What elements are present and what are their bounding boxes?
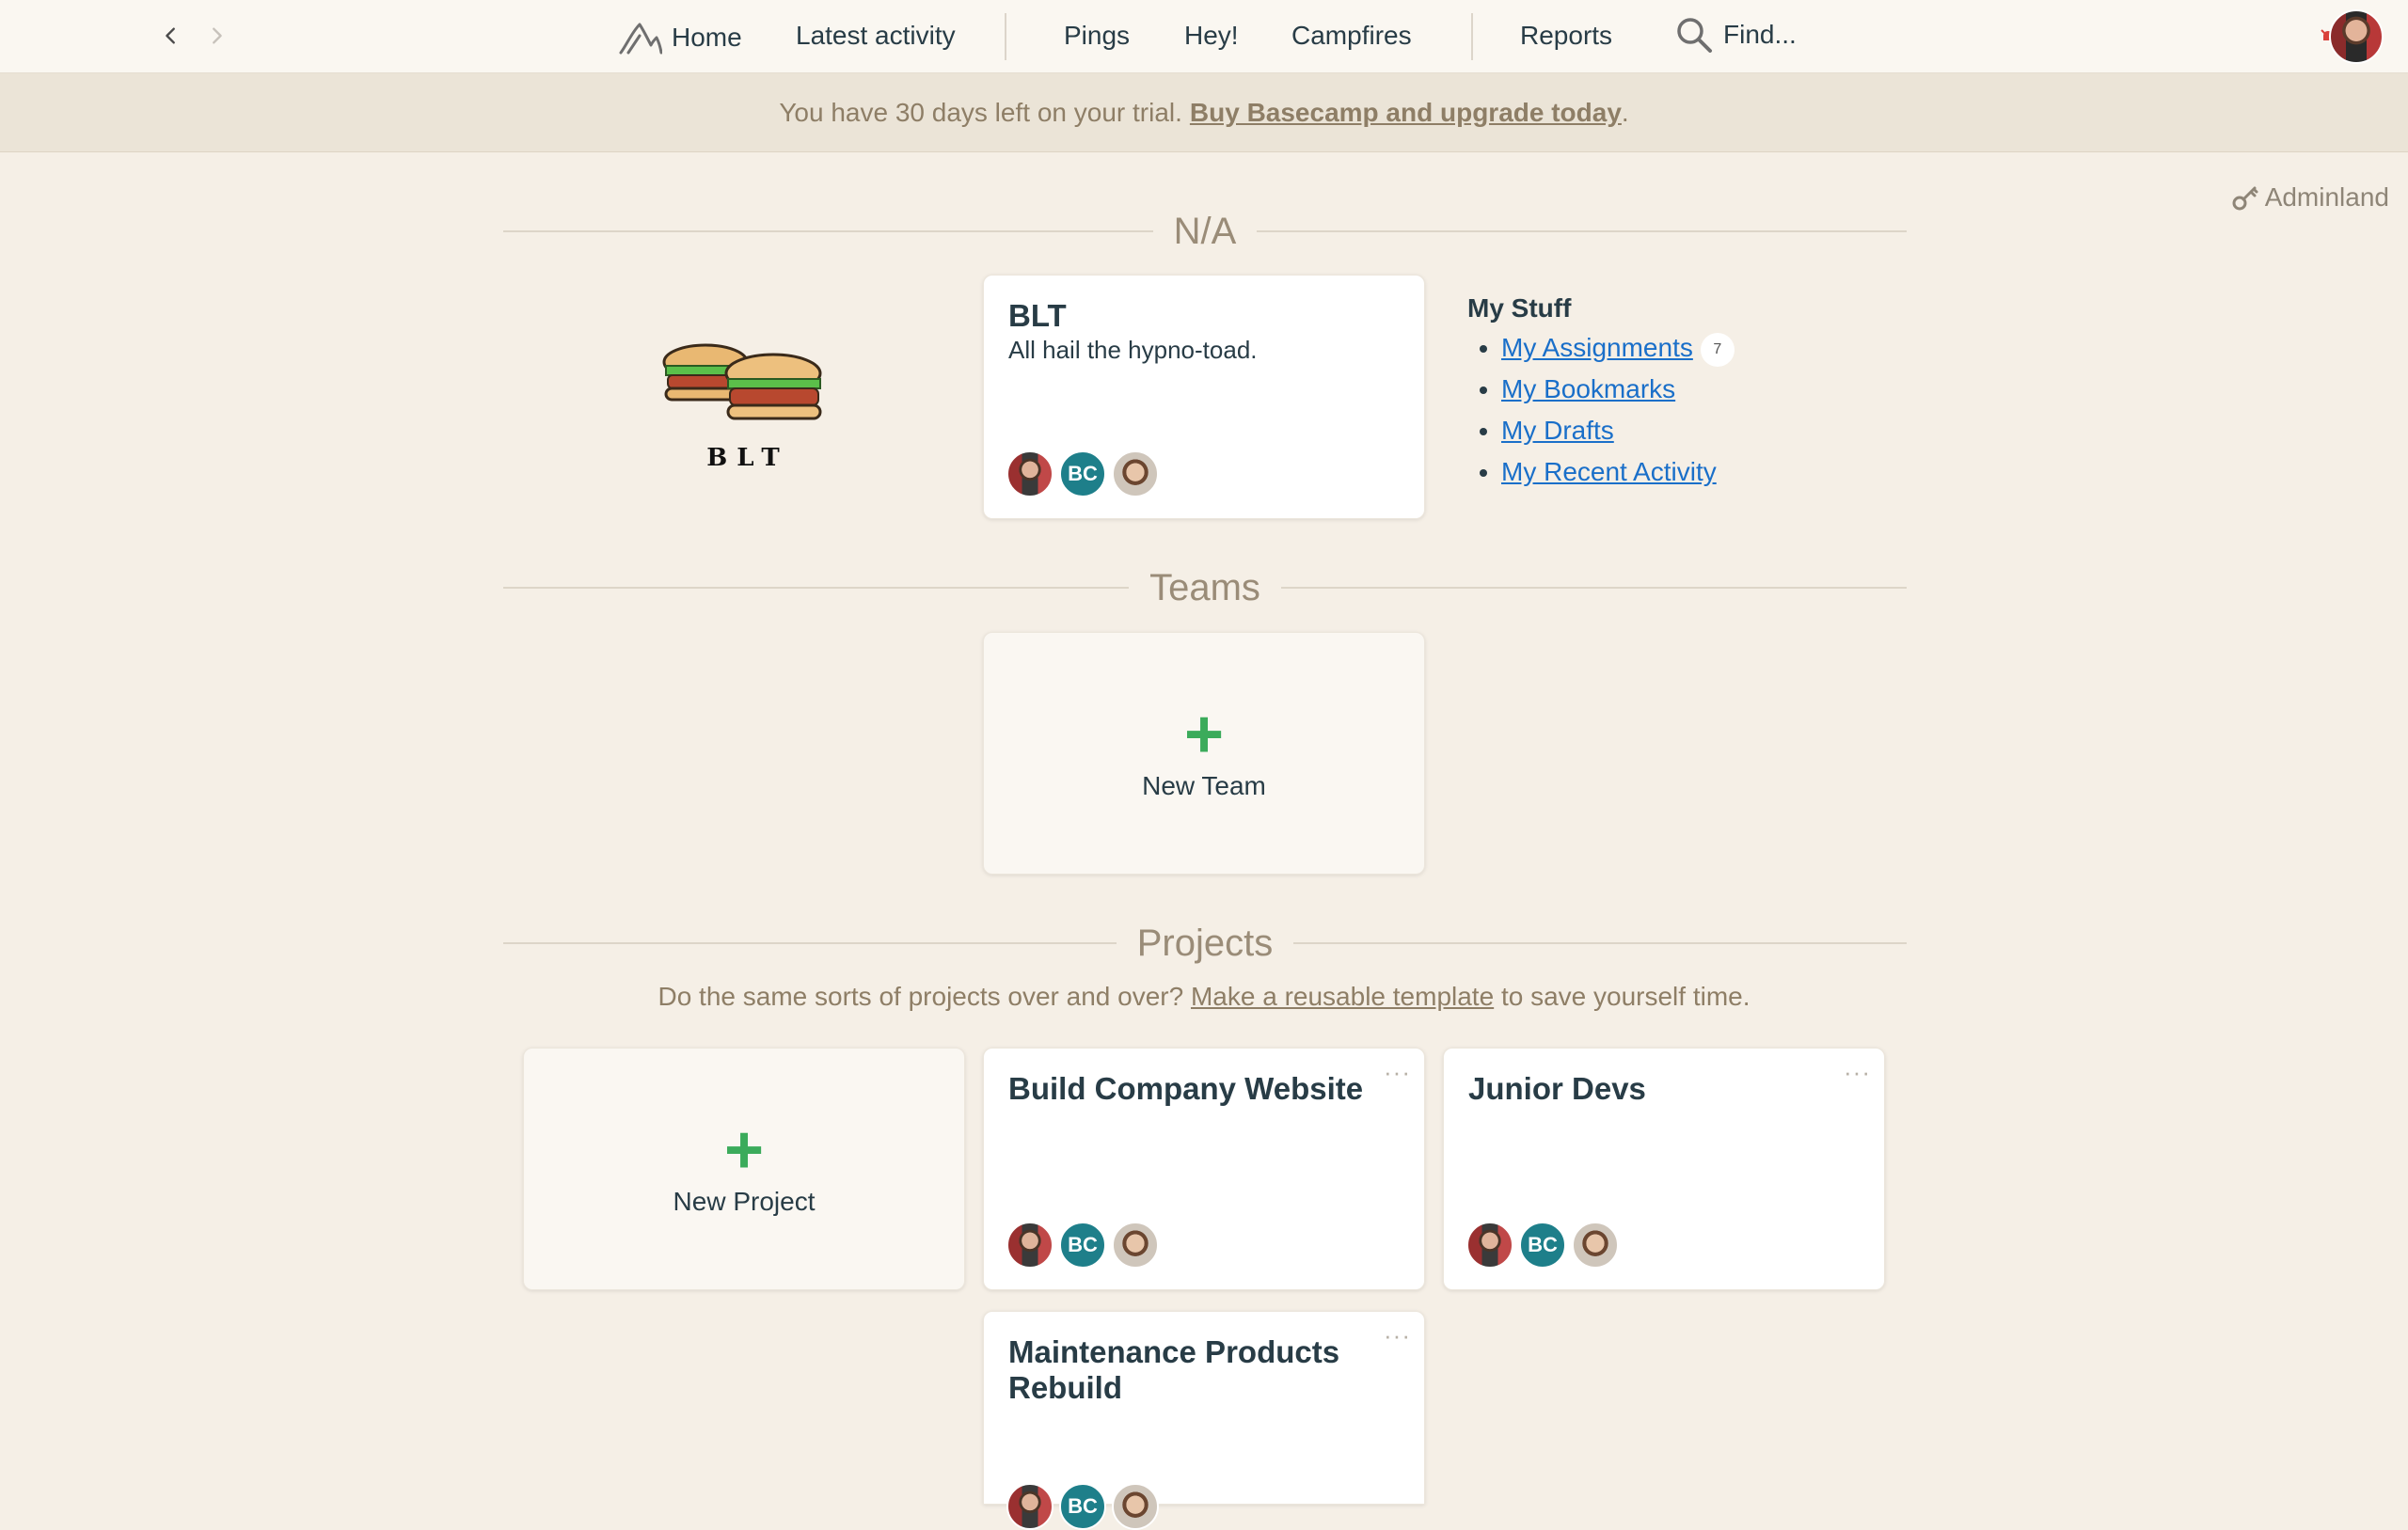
member-avatar[interactable] <box>1112 1483 1159 1530</box>
my-stuff-list: My Assignments7 My Bookmarks My Drafts M… <box>1467 327 1735 493</box>
upgrade-link[interactable]: Buy Basecamp and upgrade today <box>1190 98 1622 128</box>
divider-line <box>1280 587 1907 589</box>
new-project-label: New Project <box>673 1187 816 1216</box>
company-card-title: BLT <box>1008 298 1067 333</box>
nav-latest-activity[interactable]: Latest activity <box>796 21 956 51</box>
template-hint-text: Do the same sorts of projects over and o… <box>657 982 1184 1011</box>
project-menu-button[interactable]: ··· <box>1844 1058 1871 1087</box>
key-icon <box>2232 186 2258 211</box>
project-card[interactable]: Build Company Website ··· BC <box>983 1048 1425 1290</box>
list-item: My Assignments7 <box>1501 327 1735 369</box>
member-avatar[interactable]: BC <box>1059 450 1106 497</box>
nav-find[interactable]: Find... <box>1674 15 1797 55</box>
projects-section-header: Projects <box>503 920 1907 967</box>
project-title: Build Company Website <box>1008 1071 1364 1106</box>
assignments-count-badge: 7 <box>1700 332 1735 367</box>
nav-home[interactable]: Home <box>619 21 742 55</box>
project-menu-button[interactable]: ··· <box>1384 1321 1411 1350</box>
company-section-title: N/A <box>1173 210 1237 252</box>
template-hint-suffix: to save yourself time. <box>1500 982 1751 1011</box>
member-avatar[interactable] <box>1112 1222 1159 1269</box>
member-avatar[interactable] <box>1006 1222 1054 1269</box>
nav-pings-label: Pings <box>1064 21 1131 50</box>
chevron-right-icon <box>213 27 222 44</box>
company-members: BC <box>1006 450 1159 497</box>
project-members: BC <box>1006 1222 1159 1269</box>
nav-find-label: Find... <box>1723 20 1797 49</box>
trial-text: You have 30 days left on your trial. <box>779 97 1182 127</box>
nav-hey[interactable]: Hey! <box>1184 21 1239 51</box>
company-logo: BLT <box>658 334 828 472</box>
member-avatar[interactable] <box>1572 1222 1619 1269</box>
company-section-header: N/A <box>503 208 1907 255</box>
nav-reports-label: Reports <box>1520 21 1613 50</box>
my-assignments-link[interactable]: My Assignments <box>1501 333 1693 362</box>
company-card-description: All hail the hypno-toad. <box>1008 336 1258 364</box>
make-template-link[interactable]: Make a reusable template <box>1191 982 1494 1011</box>
nav-campfires[interactable]: Campfires <box>1291 21 1412 51</box>
my-stuff-panel: My Stuff My Assignments7 My Bookmarks My… <box>1467 293 1735 493</box>
divider-line <box>503 230 1153 232</box>
nav-divider <box>1005 13 1006 60</box>
project-card[interactable]: Maintenance Products Rebuild ··· BC <box>983 1311 1425 1530</box>
nav-latest-activity-label: Latest activity <box>796 21 956 50</box>
list-item: My Drafts <box>1501 410 1735 451</box>
list-item: My Bookmarks <box>1501 369 1735 410</box>
plus-icon: + <box>1183 697 1225 772</box>
nav-reports[interactable]: Reports <box>1520 21 1612 51</box>
member-avatar[interactable] <box>1006 1483 1054 1530</box>
trial-banner: You have 30 days left on your trial. Buy… <box>0 73 2408 152</box>
adminland-label: Adminland <box>2264 182 2389 212</box>
home-mountain-icon <box>619 23 662 55</box>
sandwich-logo-icon <box>662 343 822 420</box>
new-project-button[interactable]: + New Project <box>523 1048 965 1290</box>
new-team-button[interactable]: + New Team <box>983 632 1425 875</box>
nav-home-label: Home <box>672 23 742 52</box>
nav-divider <box>1471 13 1473 60</box>
list-item: My Recent Activity <box>1501 451 1735 493</box>
top-navigation: Home Latest activity Pings Hey! Campfire… <box>0 0 2408 73</box>
project-title: Maintenance Products Rebuild <box>1008 1334 1340 1405</box>
adminland-link[interactable]: Adminland <box>2231 182 2389 213</box>
my-recent-activity-link[interactable]: My Recent Activity <box>1501 457 1717 486</box>
plus-icon: + <box>723 1112 765 1188</box>
chevron-left-icon <box>166 27 175 44</box>
back-button[interactable] <box>154 19 188 53</box>
project-members: BC <box>1466 1222 1619 1269</box>
project-menu-button[interactable]: ··· <box>1384 1058 1411 1087</box>
search-icon <box>1677 18 1712 53</box>
my-drafts-link[interactable]: My Drafts <box>1501 416 1614 445</box>
divider-line <box>503 942 1117 944</box>
teams-section-title: Teams <box>1149 566 1260 608</box>
project-card[interactable]: Junior Devs ··· BC <box>1443 1048 1885 1290</box>
project-title: Junior Devs <box>1468 1071 1646 1106</box>
divider-line <box>1257 230 1907 232</box>
projects-section-title: Projects <box>1136 922 1274 964</box>
member-avatar[interactable]: BC <box>1519 1222 1566 1269</box>
teams-section-header: Teams <box>503 564 1907 611</box>
member-avatar[interactable]: BC <box>1059 1483 1106 1530</box>
member-avatar[interactable] <box>1006 450 1054 497</box>
member-avatar[interactable] <box>1112 450 1159 497</box>
company-logo-text: BLT <box>706 444 789 472</box>
my-bookmarks-link[interactable]: My Bookmarks <box>1501 374 1675 403</box>
user-avatar-menu[interactable] <box>2329 9 2384 64</box>
member-avatar[interactable] <box>1466 1222 1513 1269</box>
new-team-label: New Team <box>1142 771 1266 800</box>
member-avatar[interactable]: BC <box>1059 1222 1106 1269</box>
my-stuff-heading: My Stuff <box>1467 293 1572 323</box>
nav-campfires-label: Campfires <box>1291 21 1412 50</box>
nav-pings[interactable]: Pings <box>1064 21 1130 51</box>
company-card[interactable]: BLT All hail the hypno-toad. BC <box>983 275 1425 519</box>
nav-hey-label: Hey! <box>1184 21 1239 50</box>
divider-line <box>1293 942 1907 944</box>
divider-line <box>503 587 1130 589</box>
project-members: BC <box>1006 1483 1159 1530</box>
forward-button[interactable] <box>199 19 233 53</box>
template-hint: Do the same sorts of projects over and o… <box>0 982 2408 1012</box>
trial-suffix: . <box>1621 97 1629 127</box>
